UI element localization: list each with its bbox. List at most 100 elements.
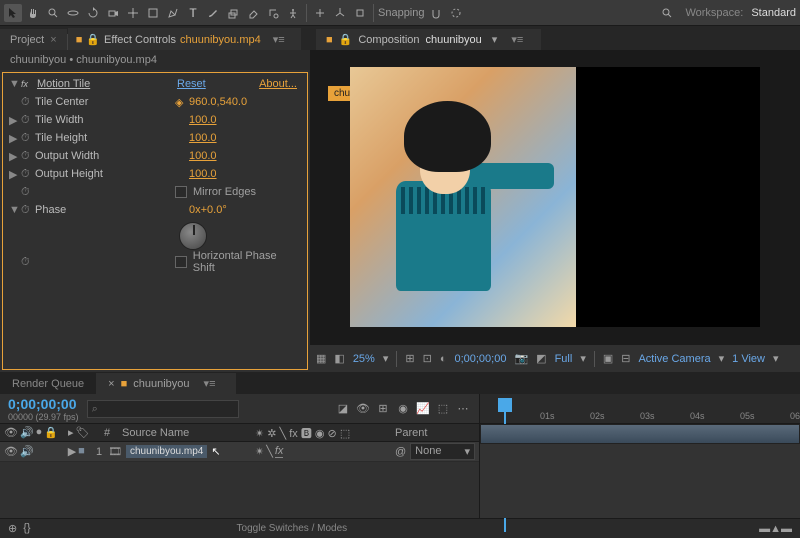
output-height-value[interactable]: 100.0: [189, 168, 217, 180]
local-axis-icon[interactable]: [311, 4, 329, 22]
visibility-toggle[interactable]: 👁: [4, 445, 18, 458]
text-tool-icon[interactable]: T: [184, 4, 202, 22]
roto-tool-icon[interactable]: [264, 4, 282, 22]
viewer-timecode[interactable]: 0;00;00;00: [454, 353, 506, 365]
brush-tool-icon[interactable]: [204, 4, 222, 22]
audio-toggle[interactable]: 🔊: [20, 445, 34, 458]
output-width-value[interactable]: 100.0: [189, 150, 217, 162]
camera-dropdown[interactable]: Active Camera: [638, 353, 710, 365]
layer-bar[interactable]: [480, 424, 800, 444]
eraser-tool-icon[interactable]: [244, 4, 262, 22]
zoom-dropdown[interactable]: 25%: [353, 353, 375, 365]
puppet-tool-icon[interactable]: [284, 4, 302, 22]
graph-editor-icon[interactable]: 📈: [415, 401, 431, 417]
source-name-col[interactable]: Source Name: [122, 427, 255, 439]
lock-icon[interactable]: 🔒: [339, 33, 353, 46]
twisty-icon[interactable]: ▼: [9, 78, 21, 90]
orbit-tool-icon[interactable]: [64, 4, 82, 22]
tile-center-value[interactable]: 960.0,540.0: [189, 96, 247, 108]
twisty-icon[interactable]: ▶: [68, 445, 76, 458]
keyframe-icon[interactable]: ◈: [175, 96, 189, 109]
dropdown-icon[interactable]: ▾: [580, 352, 586, 365]
layer-search-input[interactable]: [87, 400, 239, 418]
render-queue-tab[interactable]: Render Queue: [0, 374, 96, 394]
fx-switch[interactable]: fx: [275, 445, 284, 458]
shy-switch[interactable]: ✴: [255, 445, 264, 458]
mask-icon[interactable]: ◐: [440, 353, 447, 365]
more-icon[interactable]: ⋯: [455, 401, 471, 417]
twisty-icon[interactable]: ▶: [9, 150, 21, 163]
horizontal-shift-checkbox[interactable]: [175, 256, 187, 268]
grid-icon[interactable]: ⊞: [405, 352, 414, 365]
pickwhip-icon[interactable]: @: [395, 446, 406, 458]
world-axis-icon[interactable]: [331, 4, 349, 22]
label-col-icon[interactable]: 🏷: [76, 426, 90, 439]
alpha-icon[interactable]: ◧: [334, 352, 344, 365]
selection-tool-icon[interactable]: [4, 4, 22, 22]
playhead[interactable]: [498, 398, 512, 412]
time-ruler[interactable]: 01s 02s 03s 04s 05s 06s: [480, 394, 800, 424]
reset-link[interactable]: Reset: [177, 78, 206, 90]
lock-icon[interactable]: 🔒: [86, 33, 100, 46]
panel-menu-icon[interactable]: ▾≡: [196, 377, 224, 390]
layer-name[interactable]: chuunibyou.mp4: [126, 445, 207, 458]
resolution-dropdown[interactable]: Full: [555, 353, 573, 365]
zoom-slider[interactable]: ▬▲▬: [759, 523, 792, 535]
hand-tool-icon[interactable]: [24, 4, 42, 22]
label-color[interactable]: ■: [78, 445, 85, 458]
snapping-toggle-icon[interactable]: [427, 4, 445, 22]
view-axis-icon[interactable]: [351, 4, 369, 22]
effect-header-row[interactable]: ▼ fx Motion Tile Reset About...: [5, 75, 305, 93]
camera-tool-icon[interactable]: [104, 4, 122, 22]
comp-mini-icon[interactable]: ◪: [335, 401, 351, 417]
twisty-icon[interactable]: ▼: [9, 204, 21, 216]
guides-icon[interactable]: ⊡: [423, 352, 432, 365]
stopwatch-icon[interactable]: ⏱: [21, 96, 35, 109]
panel-menu-icon[interactable]: ▾≡: [265, 33, 293, 46]
expand-icon[interactable]: ⊕: [8, 522, 17, 535]
track-area[interactable]: [480, 424, 800, 518]
motion-blur-icon[interactable]: ◉: [395, 401, 411, 417]
fx-badge[interactable]: fx: [21, 79, 37, 89]
dropdown-icon[interactable]: ▾: [492, 33, 498, 46]
solo-col-icon[interactable]: ●: [36, 426, 43, 439]
composition-canvas[interactable]: [350, 67, 760, 327]
lock-col-icon[interactable]: 🔒: [44, 426, 58, 439]
view-dropdown[interactable]: 1 View: [732, 353, 765, 365]
pan-behind-tool-icon[interactable]: [124, 4, 142, 22]
close-icon[interactable]: ×: [50, 34, 56, 46]
frame-blend-icon[interactable]: ⊞: [375, 401, 391, 417]
tile-height-value[interactable]: 100.0: [189, 132, 217, 144]
dropdown-icon[interactable]: ▾: [383, 352, 389, 365]
stopwatch-icon[interactable]: ⏱: [21, 114, 35, 127]
shy-icon[interactable]: 👁: [355, 401, 371, 417]
zoom-tool-icon[interactable]: [44, 4, 62, 22]
parent-dropdown[interactable]: None ▾: [410, 443, 475, 460]
transparency-icon[interactable]: ⊟: [621, 352, 630, 365]
stopwatch-icon[interactable]: ⏱: [21, 132, 35, 145]
current-time[interactable]: 0;00;00;00: [8, 396, 79, 412]
phase-value[interactable]: 0x+0.0°: [189, 204, 227, 216]
stopwatch-icon[interactable]: ⏱: [21, 168, 35, 181]
twisty-icon[interactable]: ▶: [9, 114, 21, 127]
clone-tool-icon[interactable]: [224, 4, 242, 22]
dropdown-icon[interactable]: ▾: [773, 352, 779, 365]
toggle-switches-button[interactable]: Toggle Switches / Modes: [237, 523, 348, 534]
effect-controls-tab[interactable]: ■ 🔒 Effect Controls chuunibyou.mp4 ▾≡: [68, 28, 301, 50]
magnify-icon[interactable]: ▦: [316, 352, 326, 365]
search-help-icon[interactable]: [659, 4, 677, 22]
channel-icon[interactable]: ◩: [536, 352, 546, 365]
composition-tab[interactable]: ■ 🔒 Composition chuunibyou ▾ ▾≡: [316, 29, 541, 50]
project-tab[interactable]: Project×: [0, 29, 67, 50]
stopwatch-icon[interactable]: ⏱: [21, 256, 35, 269]
mirror-edges-checkbox[interactable]: [175, 186, 187, 198]
close-icon[interactable]: ×: [108, 378, 114, 390]
brackets-icon[interactable]: {}: [23, 522, 30, 535]
dropdown-icon[interactable]: ▾: [719, 352, 725, 365]
viewer[interactable]: chuunibyou: [310, 50, 800, 344]
layer-row[interactable]: 👁 🔊 ▶ ■ 1 🎞 chuunibyou.mp4 ↖ ✴ ╲ fx: [0, 442, 479, 462]
twisty-icon[interactable]: ▶: [9, 168, 21, 181]
twisty-icon[interactable]: ▶: [9, 132, 21, 145]
roi-icon[interactable]: ▣: [603, 352, 613, 365]
timeline-comp-tab[interactable]: × ■ chuunibyou ▾≡: [96, 373, 235, 394]
